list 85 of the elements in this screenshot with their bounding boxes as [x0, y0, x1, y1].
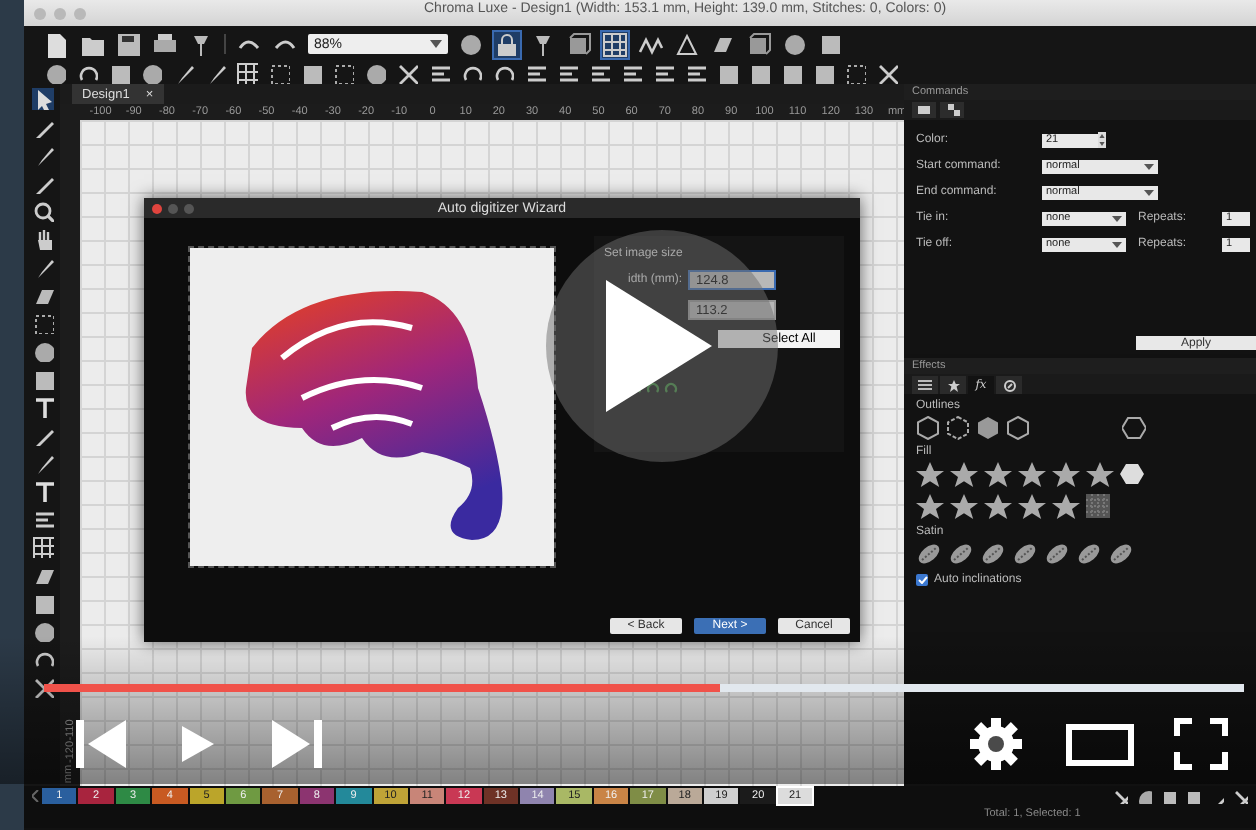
leaf-icon[interactable]	[980, 542, 1006, 566]
leaf-icon[interactable]	[1012, 542, 1038, 566]
circle-icon[interactable]	[782, 31, 808, 57]
caret-icon	[1144, 163, 1154, 169]
star-icon[interactable]	[916, 494, 944, 520]
star-icon	[947, 379, 959, 391]
star-icon[interactable]	[950, 462, 978, 488]
square-icon[interactable]	[812, 61, 834, 83]
align-icon[interactable]	[524, 61, 546, 83]
next-icon[interactable]	[272, 720, 322, 768]
square-icon[interactable]	[300, 61, 322, 83]
text-tool-icon[interactable]	[31, 480, 53, 502]
cube-icon[interactable]	[566, 31, 592, 57]
square-icon[interactable]	[31, 368, 53, 390]
leaf-icon[interactable]	[1044, 542, 1070, 566]
square-icon[interactable]	[31, 592, 53, 614]
checkmark-icon	[917, 576, 927, 584]
spinner-icon[interactable]	[1098, 132, 1106, 148]
grid-icon[interactable]	[602, 31, 628, 57]
cube-icon[interactable]	[746, 31, 772, 57]
rotate-icon[interactable]	[460, 61, 482, 83]
star-icon[interactable]	[984, 494, 1012, 520]
rotate-icon[interactable]	[76, 61, 98, 83]
caret-icon	[1112, 241, 1122, 247]
align-icon[interactable]	[31, 508, 53, 530]
square-icon[interactable]	[818, 31, 844, 57]
triangle-icon[interactable]	[674, 31, 700, 57]
dotted-pattern-icon[interactable]	[1086, 494, 1110, 518]
settings-icon[interactable]	[968, 716, 1024, 772]
shape-icon[interactable]	[31, 564, 53, 586]
hexagon-outline-icon[interactable]	[1006, 416, 1030, 440]
star-icon[interactable]	[1018, 494, 1046, 520]
pointer-icon[interactable]	[31, 88, 53, 110]
star-icon[interactable]	[1086, 462, 1114, 488]
star-tab[interactable]	[940, 376, 966, 394]
hexagon-outline-icon[interactable]	[976, 416, 1000, 440]
align-icon[interactable]	[652, 61, 674, 83]
fullscreen-icon[interactable]	[1174, 718, 1228, 770]
list-tab[interactable]	[912, 376, 938, 394]
hexagon-icon[interactable]	[1120, 462, 1144, 486]
caret-icon	[1144, 189, 1154, 195]
zoom-icon[interactable]	[31, 200, 53, 222]
play-icon[interactable]	[182, 726, 214, 762]
align-icon[interactable]	[588, 61, 610, 83]
leaf-icon[interactable]	[1076, 542, 1102, 566]
grid-icon[interactable]	[31, 536, 53, 558]
lock-icon[interactable]	[494, 31, 520, 57]
leaf-icon[interactable]	[1108, 542, 1134, 566]
theater-mode-icon[interactable]	[1066, 723, 1134, 765]
star-icon[interactable]	[1052, 494, 1080, 520]
square-icon[interactable]	[748, 61, 770, 83]
star-icon[interactable]	[950, 494, 978, 520]
square-icon[interactable]	[716, 61, 738, 83]
caret-icon	[430, 40, 442, 48]
square-icon[interactable]	[108, 61, 130, 83]
star-icon[interactable]	[1018, 462, 1046, 488]
grid-icon[interactable]	[236, 61, 258, 83]
align-icon[interactable]	[428, 61, 450, 83]
compass-tab[interactable]	[996, 376, 1022, 394]
square-icon[interactable]	[780, 61, 802, 83]
align-icon[interactable]	[684, 61, 706, 83]
previous-icon[interactable]	[76, 720, 126, 768]
rotate-icon[interactable]	[492, 61, 514, 83]
circle-icon[interactable]	[458, 31, 484, 57]
compass-icon	[1003, 379, 1015, 391]
rotate-icon[interactable]	[31, 648, 53, 670]
checkbox[interactable]	[916, 574, 928, 586]
speech-bubble-icon[interactable]	[912, 102, 936, 118]
hexagon-outline-icon[interactable]	[1122, 416, 1146, 440]
page-icon[interactable]	[44, 31, 70, 57]
leaf-icon[interactable]	[916, 542, 942, 566]
star-icon[interactable]	[916, 462, 944, 488]
star-icon[interactable]	[984, 462, 1012, 488]
leaf-icon[interactable]	[948, 542, 974, 566]
caret-left-icon[interactable]	[32, 790, 40, 802]
hexagon-outline-icon[interactable]	[916, 416, 940, 440]
shape-icon[interactable]	[31, 284, 53, 306]
list-icon	[918, 380, 932, 390]
printer-icon[interactable]	[152, 31, 178, 57]
star-icon[interactable]	[1052, 462, 1080, 488]
align-icon[interactable]	[620, 61, 642, 83]
align-icon[interactable]	[556, 61, 578, 83]
hexagon-outline-icon[interactable]	[946, 416, 970, 440]
text-tool-icon[interactable]	[31, 396, 53, 418]
caret-icon	[1112, 215, 1122, 221]
